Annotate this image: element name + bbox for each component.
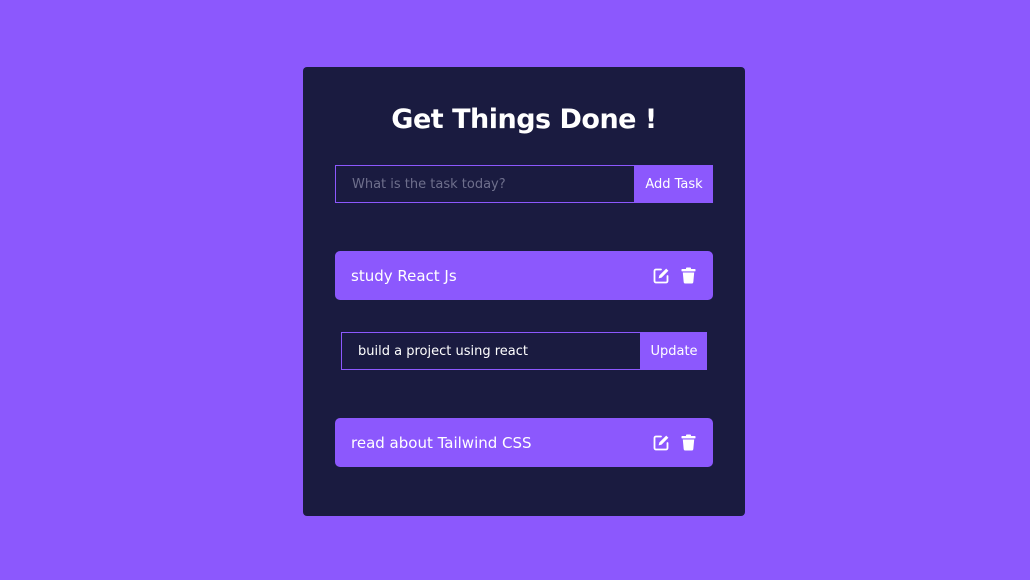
update-button[interactable]: Update [641,332,707,370]
todo-card: Get Things Done ! Add Task study React J… [303,67,745,516]
edit-task-form: Update [341,332,707,370]
trash-icon[interactable] [680,267,697,284]
task-input[interactable] [335,165,635,203]
todo-actions [653,434,697,451]
todo-item: study React Js [335,251,713,300]
todo-actions [653,267,697,284]
todo-text[interactable]: study React Js [351,267,457,285]
todo-item: read about Tailwind CSS [335,418,713,467]
edit-icon[interactable] [653,434,670,451]
page-title: Get Things Done ! [391,104,657,135]
edit-task-input[interactable] [341,332,641,370]
trash-icon[interactable] [680,434,697,451]
edit-icon[interactable] [653,267,670,284]
add-task-button[interactable]: Add Task [635,165,713,203]
add-task-form: Add Task [335,165,713,203]
todo-text[interactable]: read about Tailwind CSS [351,434,532,452]
